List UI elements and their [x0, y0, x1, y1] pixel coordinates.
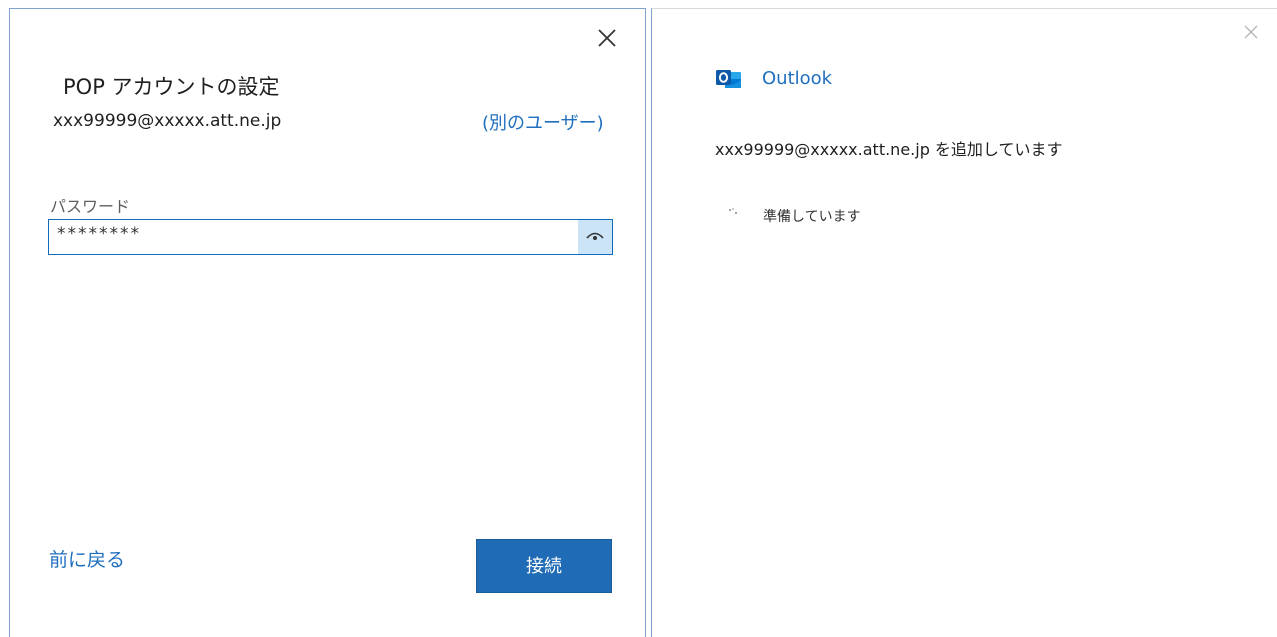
connect-button[interactable]: 接続	[476, 539, 612, 593]
eye-icon	[586, 232, 604, 240]
close-icon	[1244, 25, 1258, 39]
pop-setup-dialog: POP アカウントの設定 xxx99999@xxxxx.att.ne.jp (別…	[9, 8, 646, 637]
password-label: パスワード	[50, 197, 131, 216]
reveal-password-button[interactable]	[578, 220, 612, 254]
screen: POP アカウントの設定 xxx99999@xxxxx.att.ne.jp (別…	[0, 0, 1277, 637]
account-email: xxx99999@xxxxx.att.ne.jp	[53, 111, 282, 131]
back-link[interactable]: 前に戻る	[49, 545, 125, 572]
password-field[interactable]: ********	[48, 219, 613, 255]
outlook-progress-panel: Outlook xxx99999@xxxxx.att.ne.jp を追加していま…	[651, 8, 1277, 637]
app-name: Outlook	[762, 68, 833, 89]
spinner-icon	[728, 206, 742, 220]
adding-account-message: xxx99999@xxxxx.att.ne.jp を追加しています	[715, 140, 1063, 159]
switch-user-link[interactable]: (別のユーザー)	[482, 109, 604, 135]
close-button[interactable]	[1242, 23, 1260, 41]
status-text: 準備しています	[763, 209, 861, 225]
close-icon	[598, 29, 616, 47]
outlook-logo-icon	[716, 69, 742, 91]
password-value: ********	[57, 224, 141, 244]
close-button[interactable]	[594, 25, 620, 51]
dialog-title: POP アカウントの設定	[63, 75, 280, 99]
